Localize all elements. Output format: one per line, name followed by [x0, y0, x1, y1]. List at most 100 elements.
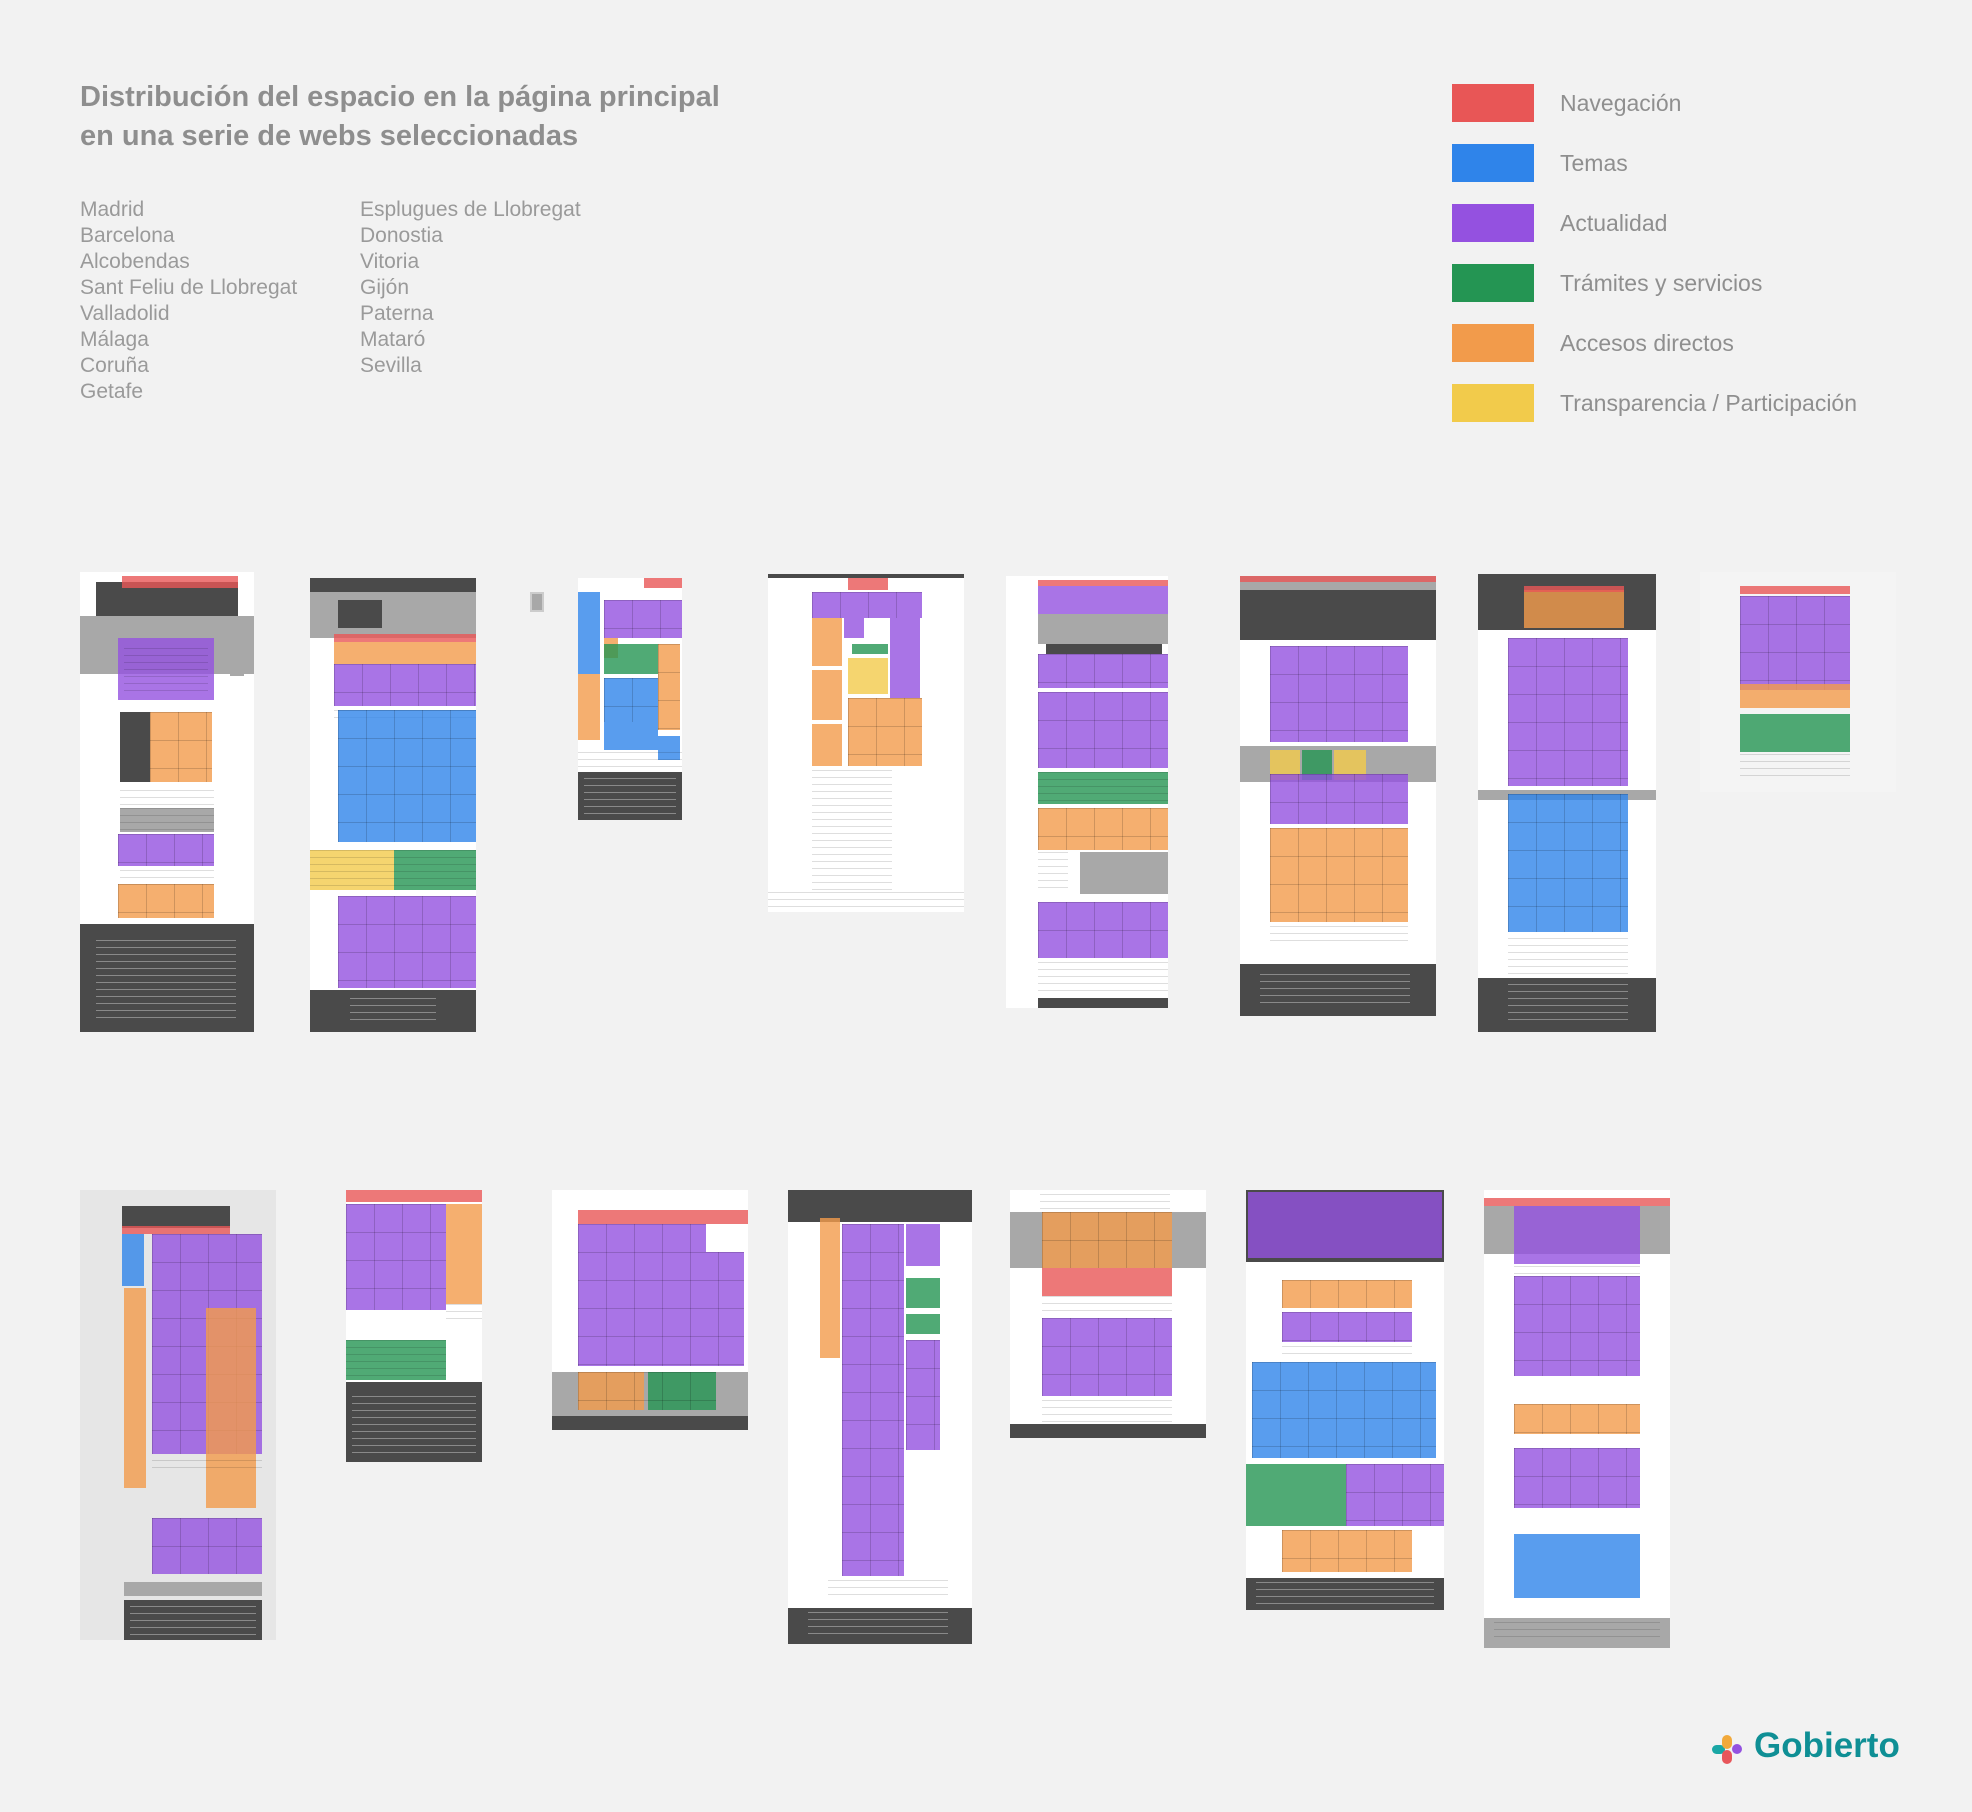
- website-thumbnail: [530, 592, 544, 612]
- region-accesos-directos: [1740, 684, 1850, 708]
- content-cards: [842, 1224, 904, 1576]
- dark-band: [1010, 1424, 1206, 1438]
- website-thumbnail: [1240, 576, 1436, 1016]
- website-thumbnail: [346, 1190, 482, 1462]
- region-transparencia-participacion: [848, 658, 888, 694]
- region-tramites-y-servicios: [1246, 1464, 1346, 1526]
- region-accesos-directos: [206, 1308, 256, 1508]
- text-lines: [394, 850, 476, 890]
- region-navegacion: [346, 1190, 482, 1202]
- website-thumbnails: [0, 0, 1972, 1812]
- content-cards: [1514, 1276, 1640, 1376]
- content-cards: [1270, 774, 1408, 824]
- text-lines: [124, 648, 208, 692]
- region-temas: [122, 1234, 144, 1286]
- content-cards: [1282, 1312, 1412, 1342]
- region-navegacion: [644, 578, 682, 588]
- dark-band: [122, 1206, 230, 1228]
- text-lines: [96, 940, 236, 1020]
- region-tramites-y-servicios: [906, 1314, 940, 1334]
- region-navegacion: [1740, 586, 1850, 594]
- content-cards: [118, 884, 214, 918]
- text-lines: [768, 892, 964, 912]
- text-lines: [1038, 962, 1168, 992]
- text-lines: [310, 850, 394, 890]
- website-thumbnail: [80, 1190, 276, 1640]
- content-cards: [604, 600, 682, 638]
- content-cards: [346, 1204, 446, 1310]
- region-actualidad: [1514, 1206, 1640, 1264]
- image-band: [230, 654, 244, 676]
- website-thumbnail: [788, 1190, 972, 1644]
- region-accesos-directos: [446, 1204, 482, 1304]
- region-tramites-y-servicios: [906, 1278, 940, 1308]
- text-lines: [828, 1580, 948, 1600]
- gobierto-logo-icon: [1712, 1735, 1742, 1764]
- website-thumbnail: [768, 574, 964, 912]
- text-lines: [1040, 1194, 1170, 1212]
- text-lines: [1042, 1296, 1172, 1316]
- region-navegacion: [1240, 576, 1436, 582]
- region-navegacion: [334, 634, 476, 642]
- dark-band: [1038, 998, 1168, 1008]
- content-cards: [334, 664, 476, 706]
- region-navegacion: [1524, 586, 1624, 592]
- dark-band: [310, 578, 476, 592]
- image-band: [1080, 852, 1168, 894]
- region-accesos-directos: [812, 670, 842, 720]
- content-cards: [1038, 654, 1168, 688]
- text-lines: [352, 1396, 476, 1456]
- region-temas: [1514, 1534, 1640, 1598]
- text-lines: [578, 752, 682, 770]
- text-lines: [120, 808, 214, 830]
- region-accesos-directos: [124, 1288, 146, 1488]
- text-lines: [350, 998, 436, 1024]
- website-thumbnail: [1478, 574, 1656, 1032]
- content-cards: [658, 644, 680, 730]
- region-navegacion: [122, 576, 238, 588]
- text-lines: [584, 778, 676, 816]
- dark-band: [120, 712, 150, 782]
- image-band: [1038, 614, 1168, 644]
- content-cards: [848, 698, 922, 766]
- content-cards: [1508, 638, 1628, 786]
- content-cards: [1514, 1404, 1640, 1434]
- region-actualidad: [1248, 1192, 1442, 1258]
- website-thumbnail: [1484, 1190, 1670, 1648]
- content-cards: [152, 1518, 262, 1574]
- content-cards: [1508, 794, 1628, 932]
- content-cards: [1514, 1448, 1640, 1508]
- website-thumbnail: [1246, 1190, 1444, 1610]
- website-thumbnail: [1006, 576, 1168, 1008]
- region-temas: [604, 722, 658, 750]
- region-navegacion: [122, 1226, 230, 1234]
- region-navegacion: [1042, 1268, 1172, 1296]
- region-accesos-directos: [1524, 590, 1624, 628]
- dark-band: [788, 1190, 972, 1222]
- region-tramites-y-servicios: [604, 644, 658, 674]
- text-lines: [1270, 926, 1408, 946]
- website-thumbnail: [578, 578, 682, 820]
- region-accesos-directos: [812, 724, 842, 766]
- content-cards: [1270, 828, 1408, 922]
- region-navegacion: [578, 1210, 748, 1224]
- dark-band: [338, 600, 382, 628]
- dark-band: [1240, 590, 1436, 640]
- region-navegacion: [1484, 1198, 1670, 1206]
- gobierto-logo: Gobierto: [1710, 1726, 1920, 1772]
- content-cards: [1252, 1362, 1436, 1458]
- region-temas: [578, 592, 600, 674]
- website-thumbnail: [1010, 1190, 1206, 1438]
- region-actualidad: [844, 618, 864, 638]
- region-actualidad: [890, 618, 920, 698]
- text-lines: [812, 770, 892, 890]
- content-cards: [1270, 646, 1408, 742]
- text-lines: [1508, 984, 1628, 1020]
- text-lines: [1282, 1346, 1412, 1356]
- content-cards: [1042, 1318, 1172, 1396]
- region-accesos-directos: [812, 618, 842, 666]
- text-lines: [152, 1460, 262, 1470]
- content-cards: [1038, 902, 1168, 958]
- dark-band: [552, 1416, 748, 1430]
- text-lines: [1494, 1622, 1660, 1642]
